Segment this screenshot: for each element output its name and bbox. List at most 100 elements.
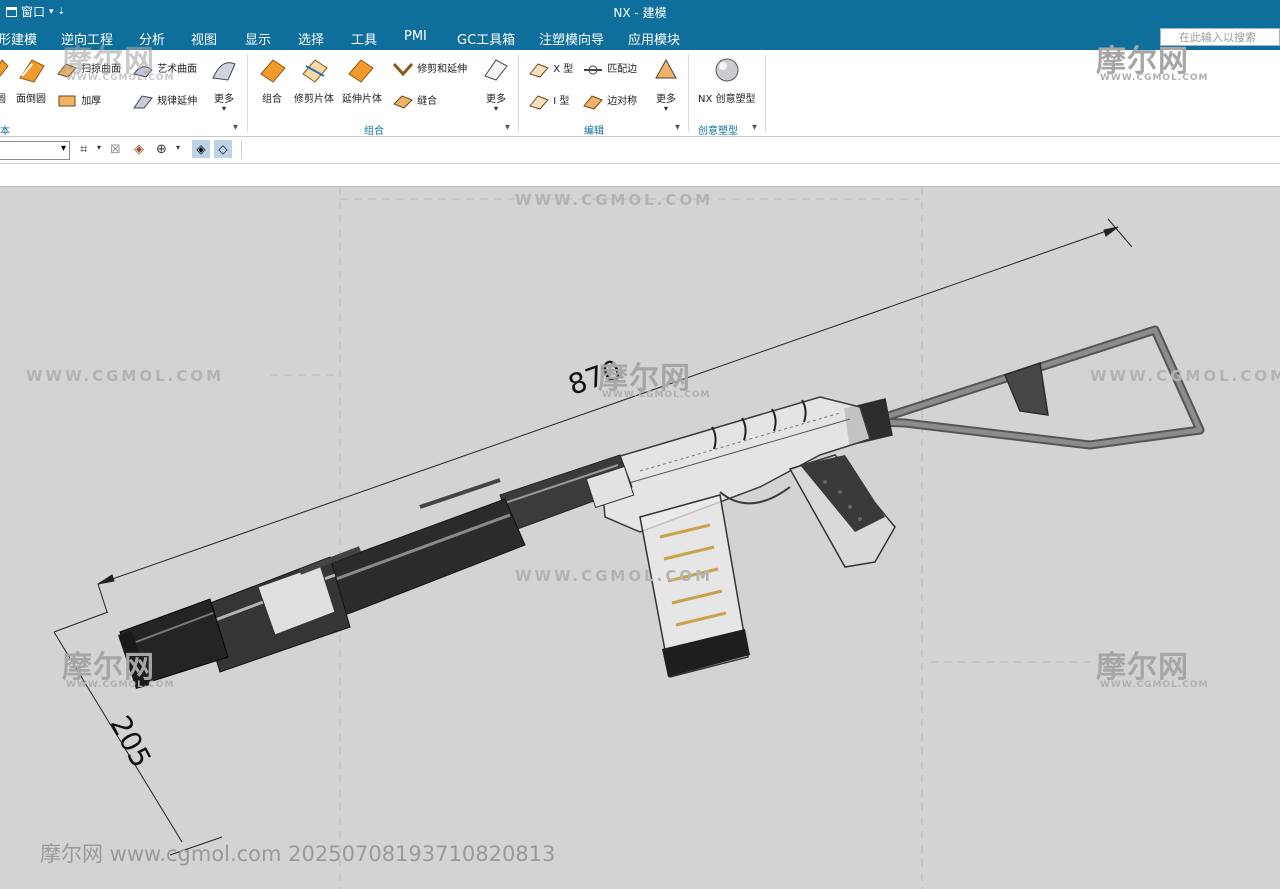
match-edge-label: 匹配边 [607, 64, 638, 75]
group-label-combine: 组合 [364, 126, 384, 137]
i-form-label: I 型 [553, 96, 570, 107]
face-round-label: 面倒圆 [16, 94, 46, 105]
chevron-down-icon: ▾ [60, 143, 66, 154]
face-round-button[interactable] [16, 56, 46, 84]
more-surface-icon [212, 62, 236, 81]
round-button[interactable] [0, 58, 10, 78]
chevron-down-icon: ▾ [494, 104, 499, 113]
thicken-icon [58, 95, 76, 107]
trim-sheet-button[interactable] [300, 56, 330, 84]
trim-extend-icon [392, 62, 414, 77]
gun-model-drawing [53, 187, 1205, 889]
chevron-down-icon: ▾ [664, 104, 669, 113]
more-button-2[interactable] [482, 56, 510, 82]
type-filter-dropdown[interactable]: ▾ [0, 141, 70, 160]
title-bar: 窗口 ▾ ⇣ NX - 建模 [0, 0, 1280, 24]
extend-sheet-icon [348, 59, 374, 83]
thicken-button[interactable]: 加厚 [56, 92, 101, 110]
ribbon-separator [518, 54, 519, 132]
menu-item-select[interactable]: 选择 [298, 29, 324, 48]
graphics-viewport[interactable]: 870 205 WWW.CGMOL.COM WWW.CGMOL.COM WWW.… [0, 187, 1280, 889]
select-body-icon[interactable]: ◈ [134, 142, 144, 157]
round-label: 圆 [0, 94, 6, 105]
watermark-url: WWW.CGMOL.COM [1090, 367, 1280, 385]
match-edge-icon [584, 65, 602, 75]
menu-bar: 形建模 逆向工程 分析 视图 显示 选择 工具 PMI GC工具箱 注塑模向导 … [0, 24, 1280, 50]
watermark-sub: WWW.CGMOL.COM [1100, 680, 1209, 690]
menu-item-display[interactable]: 显示 [245, 29, 271, 48]
group-label-edit: 编辑 [584, 126, 604, 137]
menu-item-application[interactable]: 应用模块 [628, 29, 680, 48]
pistol-grip [788, 454, 896, 568]
more-button-3[interactable] [652, 56, 680, 82]
nx-realize-button[interactable] [712, 56, 742, 84]
i-form-icon [529, 95, 549, 110]
i-form-button[interactable]: I 型 [528, 92, 569, 110]
watermark-sub: WWW.CGMOL.COM [66, 680, 175, 690]
face-round-icon [19, 59, 45, 83]
sew-button[interactable]: 缝合 [392, 92, 437, 110]
extend-sheet-button[interactable] [346, 56, 376, 84]
render-wireframe-icon[interactable]: ◇ [214, 140, 232, 158]
watermark-url: WWW.CGMOL.COM [515, 191, 714, 209]
edge-symmetry-button[interactable]: 边对称 [582, 92, 637, 110]
x-form-button[interactable]: X 型 [528, 60, 573, 78]
suppressor [118, 478, 526, 689]
ribbon-separator [688, 54, 689, 132]
chevron-down-icon: ▾ [176, 143, 181, 152]
sew-icon [393, 95, 413, 109]
menu-item-gc-toolbox[interactable]: GC工具箱 [457, 29, 515, 48]
menu-item-pmi[interactable]: PMI [404, 29, 427, 44]
x-form-icon [529, 63, 549, 78]
menu-item-mold-wizard[interactable]: 注塑模向导 [539, 29, 604, 48]
watermark-url: WWW.CGMOL.COM [515, 567, 714, 585]
group-expand-icon[interactable]: ▾ [752, 122, 757, 133]
ribbon-separator [247, 54, 248, 132]
window-title: NX - 建模 [613, 6, 667, 20]
trim-extend-button[interactable]: 修剪和延伸 [392, 60, 467, 78]
group-expand-icon[interactable]: ▾ [505, 122, 510, 133]
more-label-1: 更多 [214, 94, 234, 105]
edge-symmetry-icon [583, 95, 603, 110]
chevron-down-icon: ▾ [222, 104, 227, 113]
trim-sheet-icon [302, 59, 328, 83]
snap-point-icon[interactable]: ⌗ [80, 142, 87, 157]
search-placeholder: 在此输入以搜索 [1179, 31, 1256, 44]
extend-sheet-label: 延伸片体 [342, 94, 382, 105]
match-edge-button[interactable]: 匹配边 [582, 60, 637, 78]
group-label-base: 本 [0, 126, 10, 137]
edge-symmetry-label: 边对称 [607, 96, 638, 107]
trim-extend-label: 修剪和延伸 [417, 64, 468, 75]
dimension-length [97, 218, 1133, 613]
watermark-sub: WWW.CGMOL.COM [602, 390, 711, 400]
combine-label: 组合 [262, 94, 282, 105]
ribbon-separator [765, 54, 766, 132]
menu-item-view[interactable]: 视图 [191, 29, 217, 48]
magazine [639, 494, 750, 678]
law-extension-icon [133, 95, 153, 109]
realize-shape-icon [715, 58, 739, 82]
group-label-realize: 创意塑型 [698, 126, 738, 137]
sew-label: 缝合 [417, 96, 438, 107]
group-expand-icon[interactable]: ▾ [233, 122, 238, 133]
render-shaded-icon[interactable]: ◈ [192, 140, 210, 158]
select-face-icon[interactable]: ⊕ [156, 142, 167, 157]
combine-button[interactable] [258, 56, 288, 84]
menu-item-tools[interactable]: 工具 [351, 29, 377, 48]
law-extend-button[interactable]: 规律延伸 [132, 92, 197, 110]
watermark-sub: WWW.CGMOL.COM [1100, 73, 1209, 83]
select-features-icon[interactable]: ⊠ [110, 142, 121, 157]
nx-realize-label: NX 创意塑型 [698, 94, 756, 105]
more-label-2: 更多 [486, 94, 506, 105]
thicken-label: 加厚 [81, 96, 102, 107]
group-expand-icon[interactable]: ▾ [675, 122, 680, 133]
tab-strip [0, 164, 1280, 187]
menu-item-shape-modeling[interactable]: 形建模 [0, 29, 37, 48]
selection-toolbar: ▾ ⌗ ▾ ⊠ ◈ ⊕ ▾ ◈ ◇ [0, 137, 1280, 164]
combine-icon [260, 59, 286, 83]
more-sheet-icon [484, 59, 508, 81]
more-button-1[interactable] [210, 56, 238, 82]
stock [844, 325, 1205, 450]
bottom-watermark: 摩尔网 www.cgmol.com 20250708193710820813 [40, 842, 556, 866]
watermark-url: WWW.CGMOL.COM [26, 367, 225, 385]
